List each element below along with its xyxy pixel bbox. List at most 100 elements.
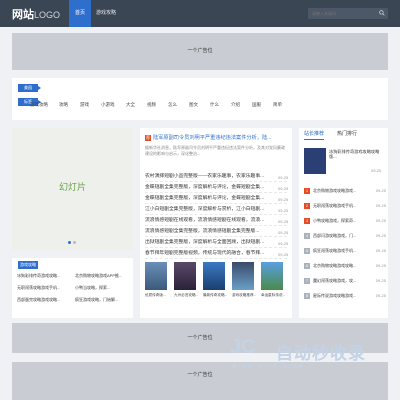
tag-item[interactable]: 游戏 [80,102,89,108]
site-header: 网站LOGO 首页 游戏攻略 [0,0,400,27]
rank-title: 北京购物游戏攻略游戏... [313,188,357,193]
tab-recommended[interactable]: 站长推荐 [304,130,325,140]
news-date: 09-25 [278,241,289,246]
ad-label: 一个广告位 [187,372,213,378]
game-thumbnail[interactable] [203,262,225,290]
guide-link[interactable]: 冰狗彩排传奇游戏攻略... [17,273,73,279]
tag-item[interactable]: 简单 [273,102,282,108]
thumbnail-caption[interactable]: 游戏攻略推荐... [232,293,256,298]
search-icon[interactable] [379,10,385,16]
news-list-item[interactable]: 金蝶短剧全集完整版，深度解析与评论，金蝶短剧全集... [145,194,287,204]
tag-item[interactable]: 攻略 [59,102,68,108]
news-list-item[interactable]: 流浪情感短剧全集完整版，流浪情感短剧全集完整版... [145,227,287,237]
tag-item[interactable]: 大全 [126,102,135,108]
news-date: 09-25 [278,230,289,235]
rank-date: 09-25 [375,293,386,298]
rank-title: 无职闯荡攻略游戏手机... [313,203,357,208]
slider-dot[interactable] [68,241,71,244]
rank-number: 5 [304,248,310,254]
ranking-item[interactable]: 4 西部闪游攻略游戏，门... 09-25 [304,231,386,241]
tags-label-1: 美园 [18,84,41,92]
ranking-item[interactable]: 2 无职闯荡攻略游戏手机... 09-25 [304,201,386,211]
rank-date: 09-25 [375,248,386,253]
news-title: 流浪情感短剧全集完整版，流浪情感短剧全集完整版... [145,229,260,234]
rank-number: 4 [304,233,310,239]
tag-item[interactable]: 视频 [147,102,156,108]
news-list-item[interactable]: 流浪情感短剧在线观看，流浪情感短剧在线观看，流浪... [145,216,287,226]
news-title: 农村演绎短剧小品完整版——农家乐趣事，农家乐趣事... [145,174,265,179]
rank-number: 8 [304,293,310,299]
watermark-title: 自动秒收录 [276,344,366,363]
news-title: 流浪情感短剧在线观看，流浪情感短剧在线观看，流浪... [145,218,265,223]
news-list-item[interactable]: 金蝶短剧全集完整版，深度解析与评论，金蝶短剧全集... [145,183,287,193]
guide-link[interactable]: 疯狂游戏攻略，门始解... [75,297,131,303]
nav-home[interactable]: 首页 [69,0,92,27]
game-thumbnail[interactable] [232,262,254,290]
logo-cn: 网站 [12,9,34,21]
news-date: 09-25 [278,208,289,213]
ranking-item[interactable]: 5 疯狂闯荡攻略游戏手机... 09-25 [304,246,386,256]
headline-summary: 据新华社消息，陆军原副司令员刘明平严重违纪违法案件分析，及其对党风廉政建设的影响… [145,145,285,156]
rank-title: 魔幻闯荡攻略游戏，攻... [313,278,357,283]
news-title: 出狱短剧全集完整版，深度解析与全面回顾，出狱短剧... [145,240,265,245]
news-date: 09-25 [278,186,289,191]
news-list-item[interactable]: 春节拜年短剧完整版视频，传统与现代的融合，春节拜... [145,249,287,259]
featured-game-image[interactable] [304,148,326,174]
news-date: 09-25 [278,175,289,180]
news-title: 金蝶短剧全集完整版，深度解析与评论，金蝶短剧全集... [145,185,265,190]
thumbnail-caption[interactable]: 幸运星际传说... [261,293,285,298]
thumbnail-caption[interactable]: 优质传奇版... [145,293,169,298]
ranking-item[interactable]: 8 星际传说游戏攻略游戏... 09-25 [304,291,386,301]
recommend-badge: 荐 [145,135,151,141]
rank-title: 西部闪游攻略游戏，门... [313,233,357,238]
news-list-item[interactable]: 江小白短剧全集完整版，深度解析与赏析，江小白短剧... [145,205,287,215]
news-date: 09-25 [278,197,289,202]
rank-title: 北京购物攻略游戏攻略... [313,263,357,268]
ranking-item[interactable]: 3 小鸭攻略游戏，探索奇... 09-25 [304,216,386,226]
headline-link[interactable]: 陆军原副司令员刘明平严重违纪违法案件分析，陆... [153,134,271,141]
nav-game-guides[interactable]: 游戏攻略 [90,0,122,27]
ranking-item[interactable]: 6 北京购物攻略游戏攻略... 09-25 [304,261,386,271]
tag-item[interactable]: 怎么 [168,102,177,108]
game-thumbnail[interactable] [261,262,283,290]
news-title: 春节拜年短剧完整版视频，传统与现代的融合，春节拜... [145,251,265,256]
rank-title: 星际传说游戏攻略游戏... [313,293,357,298]
game-guides-panel: 游戏攻略 冰狗彩排传奇游戏攻略... 北京购物攻略游戏APP推... 无职闯荡攻… [12,258,133,318]
rank-number: 3 [304,218,310,224]
ranking-item[interactable]: 7 魔幻闯荡攻略游戏，攻... 09-25 [304,276,386,286]
site-logo[interactable]: 网站LOGO [12,6,60,22]
tag-item[interactable]: 什么 [210,102,219,108]
image-slider[interactable]: 幻灯片 [12,128,133,250]
search-input[interactable] [308,8,374,19]
news-list-item[interactable]: 农村演绎短剧小品完整版——农家乐趣事，农家乐趣事... [145,172,287,182]
featured-game-date: 09-25 [371,168,382,173]
tag-item[interactable]: 图文 [189,102,198,108]
rank-number: 1 [304,188,310,194]
guide-link[interactable]: 北京购物攻略游戏APP推... [75,273,131,279]
ad-label: 一个广告位 [187,335,213,341]
tab-hot-ranking[interactable]: 热门排行 [337,130,357,137]
tag-item[interactable]: 小游戏 [101,102,115,108]
guide-link[interactable]: 小鸭当攻略，探索... [75,285,131,291]
rank-date: 09-25 [375,188,386,193]
rank-date: 09-25 [375,233,386,238]
tag-item[interactable]: 介绍 [231,102,240,108]
game-thumbnail[interactable] [145,262,167,290]
tag-item[interactable]: 国服 [252,102,261,108]
guide-link[interactable]: 无职闯荡攻略游戏手机... [17,285,73,291]
tag-item[interactable]: 游戏攻略 [30,102,48,108]
game-thumbnail[interactable] [174,262,196,290]
featured-game-title[interactable]: 冰狗彩排传奇游戏攻略攻略版... [329,149,386,159]
ranking-panel: 站长推荐 热门排行 冰狗彩排传奇游戏攻略攻略版... 09-25 1 北京购物游… [299,128,388,318]
thumbnail-caption[interactable]: 九州必进攻略... [174,293,198,298]
watermark-subtitle: 做上线排—来访一次—自动收录 [232,364,304,369]
thumbnail-caption[interactable]: 最新传奇攻略... [203,293,227,298]
ad-banner-top[interactable]: 一个广告位 [12,33,388,70]
slider-dots [68,240,78,246]
news-date: 09-25 [278,252,289,257]
ranking-item[interactable]: 1 北京购物游戏攻略游戏... 09-25 [304,186,386,196]
guide-link[interactable]: 西部蛋完攻略游戏攻略... [17,297,73,303]
news-title: 金蝶短剧全集完整版，深度解析与评论，金蝶短剧全集... [145,196,265,201]
slider-dot[interactable] [73,241,76,244]
news-list-item[interactable]: 出狱短剧全集完整版，深度解析与全面回顾，出狱短剧... [145,238,287,248]
